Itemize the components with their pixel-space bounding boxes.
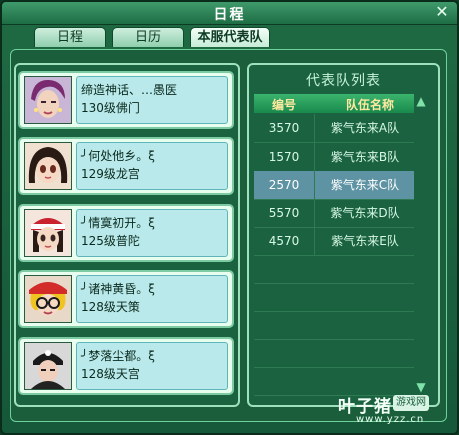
member-name: ╯梦落尘都。ξ bbox=[81, 349, 155, 363]
watermark: 叶子猪 游戏网 www.yzz.cn bbox=[338, 392, 458, 432]
team-id: 1570 bbox=[268, 150, 300, 164]
empty-row bbox=[254, 339, 414, 368]
member-name: ╯诸神黄昏。ξ bbox=[81, 282, 155, 296]
member-level: 125级普陀 bbox=[81, 234, 140, 248]
member-level: 129级龙宫 bbox=[81, 167, 140, 181]
table-row[interactable]: 3570 紫气东来A队 bbox=[254, 114, 414, 143]
table-header: 编号 队伍名称 bbox=[254, 94, 414, 113]
scroll-up-icon[interactable]: ▲ bbox=[414, 94, 428, 108]
window-title: 日程 bbox=[213, 7, 246, 23]
member-info: 缔造神话、…愚医 130级佛门 bbox=[76, 76, 228, 124]
avatar bbox=[24, 76, 72, 124]
team-id: 5570 bbox=[268, 206, 300, 220]
team-name: 紫气东来B队 bbox=[314, 143, 415, 171]
table-row[interactable]: 5570 紫气东来D队 bbox=[254, 199, 414, 228]
member-info: ╯何处他乡。ξ 129级龙宫 bbox=[76, 142, 228, 190]
column-header-id: 编号 bbox=[272, 98, 297, 112]
member-info: ╯情寞初开。ξ 125级普陀 bbox=[76, 209, 228, 257]
watermark-badge: 游戏网 bbox=[393, 395, 429, 411]
team-list-title: 代表队列表 bbox=[306, 73, 381, 89]
watermark-url: www.yzz.cn bbox=[356, 414, 425, 425]
table-row[interactable]: 1570 紫气东来B队 bbox=[254, 143, 414, 172]
team-id: 3570 bbox=[268, 121, 300, 135]
team-name: 紫气东来E队 bbox=[314, 227, 415, 255]
column-header-team-name: 队伍名称 bbox=[346, 98, 395, 112]
member-level: 128级天策 bbox=[81, 300, 140, 314]
empty-row bbox=[254, 255, 414, 284]
team-id: 4570 bbox=[268, 234, 300, 248]
close-icon[interactable]: ✕ bbox=[433, 3, 451, 21]
member-card[interactable]: ╯何处他乡。ξ 129级龙宫 bbox=[18, 137, 234, 195]
member-info: ╯梦落尘都。ξ 128级天宫 bbox=[76, 342, 228, 390]
tab-calendar[interactable]: 日历 bbox=[112, 27, 184, 47]
avatar bbox=[24, 142, 72, 190]
team-name: 紫气东来C队 bbox=[314, 171, 415, 199]
member-level: 128级天宫 bbox=[81, 367, 140, 381]
team-name: 紫气东来A队 bbox=[314, 114, 415, 142]
member-card[interactable]: ╯诸神黄昏。ξ 128级天策 bbox=[18, 270, 234, 328]
member-name: ╯何处他乡。ξ bbox=[81, 149, 155, 163]
member-card[interactable]: ╯情寞初开。ξ 125级普陀 bbox=[18, 204, 234, 262]
tab-schedule[interactable]: 日程 bbox=[34, 27, 106, 47]
avatar bbox=[24, 342, 72, 390]
member-name: ╯情寞初开。ξ bbox=[81, 216, 155, 230]
table-row[interactable]: 4570 紫气东来E队 bbox=[254, 227, 414, 256]
table-row-selected[interactable]: 2570 紫气东来C队 bbox=[254, 171, 414, 200]
avatar bbox=[24, 209, 72, 257]
team-name: 紫气东来D队 bbox=[314, 199, 415, 227]
team-id: 2570 bbox=[268, 178, 300, 192]
member-card[interactable]: ╯梦落尘都。ξ 128级天宫 bbox=[18, 337, 234, 395]
member-level: 130级佛门 bbox=[81, 101, 140, 115]
member-card[interactable]: 缔造神话、…愚医 130级佛门 bbox=[18, 71, 234, 129]
avatar bbox=[24, 275, 72, 323]
empty-row bbox=[254, 283, 414, 312]
member-name: 缔造神话、…愚医 bbox=[81, 83, 178, 97]
scrollbar[interactable]: ▲ ▼ bbox=[414, 94, 428, 396]
title-bar: 日程 ✕ bbox=[2, 2, 457, 25]
tab-server-team[interactable]: 本服代表队 bbox=[190, 27, 270, 47]
member-info: ╯诸神黄昏。ξ 128级天策 bbox=[76, 275, 228, 323]
empty-row bbox=[254, 311, 414, 340]
